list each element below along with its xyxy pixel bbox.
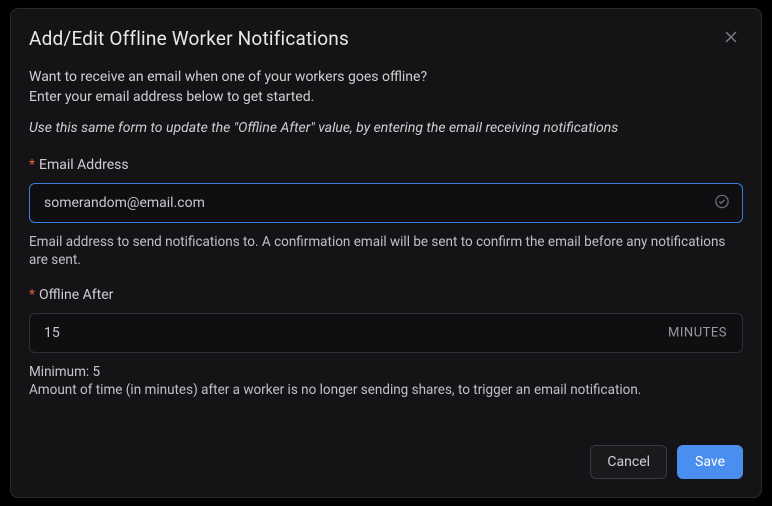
modal-dialog: Add/Edit Offline Worker Notifications Wa… [10, 8, 762, 498]
email-field-group: *Email Address Email address to send not… [29, 157, 743, 269]
close-button[interactable] [721, 27, 741, 49]
intro-text-1: Want to receive an email when one of you… [29, 68, 743, 88]
cancel-button[interactable]: Cancel [590, 445, 667, 479]
offline-label: *Offline After [29, 287, 743, 303]
italic-note: Use this same form to update the "Offlin… [29, 119, 743, 139]
email-label: *Email Address [29, 157, 743, 173]
offline-field-group: *Offline After MINUTES Minimum: 5 Amount… [29, 287, 743, 399]
modal-body: Want to receive an email when one of you… [11, 60, 761, 431]
modal-title: Add/Edit Offline Worker Notifications [29, 27, 349, 50]
required-indicator: * [29, 157, 35, 173]
minutes-suffix: MINUTES [668, 326, 727, 341]
required-indicator: * [29, 287, 35, 303]
offline-help-text: Minimum: 5 Amount of time (in minutes) a… [29, 363, 743, 399]
offline-input-wrapper: MINUTES [29, 313, 743, 353]
minimum-label: Minimum: 5 [29, 364, 100, 380]
offline-after-input[interactable] [29, 313, 743, 353]
intro-text-2: Enter your email address below to get st… [29, 88, 743, 108]
modal-header: Add/Edit Offline Worker Notifications [11, 9, 761, 60]
offline-label-text: Offline After [39, 287, 113, 303]
email-label-text: Email Address [39, 157, 129, 173]
save-button[interactable]: Save [677, 445, 743, 479]
email-help-text: Email address to send notifications to. … [29, 233, 743, 269]
close-icon [725, 30, 737, 46]
modal-footer: Cancel Save [11, 431, 761, 497]
check-circle-icon [715, 193, 729, 212]
offline-help-body: Amount of time (in minutes) after a work… [29, 382, 641, 398]
email-input[interactable] [29, 183, 743, 223]
email-input-wrapper [29, 183, 743, 223]
